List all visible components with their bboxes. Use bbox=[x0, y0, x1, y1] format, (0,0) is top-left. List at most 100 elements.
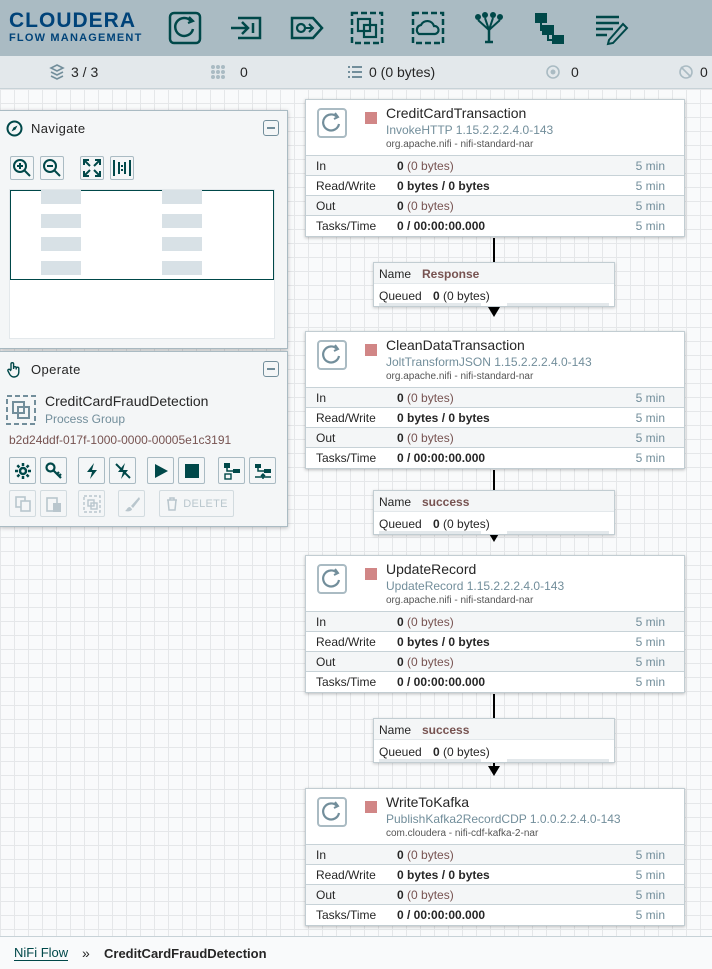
connection-queued-value: 0 (0 bytes) bbox=[433, 517, 490, 531]
stat-value: 0 bytes / 0 bytes bbox=[397, 179, 490, 193]
stats-row-tasks: Tasks/Time 0 / 00:00:00.000 5 min bbox=[306, 904, 684, 924]
cloudera-logo[interactable]: CLOUDERA FLOW MANAGEMENT bbox=[9, 10, 142, 45]
connection-queued-label: Queued bbox=[379, 517, 422, 531]
output-port-icon[interactable] bbox=[289, 10, 325, 46]
group-icon bbox=[82, 494, 101, 513]
stat-value: 0 bytes / 0 bytes bbox=[397, 635, 490, 649]
stats-row-tasks: Tasks/Time 0 / 00:00:00.000 5 min bbox=[306, 671, 684, 691]
processor-bundle: org.apache.nifi - nifi-standard-nar bbox=[386, 139, 534, 150]
navigate-collapse-button[interactable] bbox=[263, 120, 279, 136]
connection-label-success[interactable]: Name success Queued 0 (0 bytes) bbox=[373, 718, 615, 763]
birdseye-view[interactable] bbox=[9, 189, 275, 339]
stopped-status-icon bbox=[365, 801, 377, 813]
operate-panel: Operate CreditCardFraudDetection Process… bbox=[0, 351, 288, 527]
copy-icon bbox=[14, 495, 31, 512]
list-icon bbox=[348, 66, 362, 78]
stat-count: 0 bbox=[397, 198, 404, 213]
connection-label-success[interactable]: Name success Queued 0 (0 bytes) bbox=[373, 490, 615, 535]
stats-row-read-write: Read/Write 0 bytes / 0 bytes 5 min bbox=[306, 631, 684, 651]
stat-label: Read/Write bbox=[316, 634, 376, 649]
template-icon bbox=[223, 462, 240, 480]
stats-row-read-write: Read/Write 0 bytes / 0 bytes 5 min bbox=[306, 407, 684, 427]
delete-button[interactable]: DELETE bbox=[159, 490, 234, 517]
input-port-icon[interactable] bbox=[228, 10, 264, 46]
navigate-header[interactable]: Navigate bbox=[0, 111, 287, 145]
label-icon[interactable] bbox=[593, 10, 629, 46]
operate-header[interactable]: Operate bbox=[0, 352, 287, 386]
actual-size-button[interactable] bbox=[110, 156, 134, 180]
connection-name-label: Name bbox=[379, 267, 412, 281]
birdseye-component bbox=[162, 214, 202, 228]
stat-value: 0 (0 bytes) bbox=[397, 199, 454, 213]
disable-button[interactable] bbox=[109, 457, 136, 484]
connection-label-response[interactable]: Name Response Queued 0 (0 bytes) bbox=[373, 262, 615, 307]
group-button[interactable] bbox=[78, 490, 105, 517]
processor-icon[interactable] bbox=[167, 10, 203, 46]
stat-window: 5 min bbox=[635, 218, 665, 233]
stopped-status-icon bbox=[365, 112, 377, 124]
funnel-icon[interactable] bbox=[471, 10, 507, 46]
enable-button[interactable] bbox=[78, 457, 105, 484]
process-group-icon[interactable] bbox=[349, 10, 385, 46]
stat-count: 0 bytes / 0 bytes bbox=[397, 634, 490, 649]
processor-write-to-kafka[interactable]: WriteToKafka PublishKafka2RecordCDP 1.0.… bbox=[305, 788, 685, 926]
zoom-in-button[interactable] bbox=[10, 156, 34, 180]
queued-count: 0 (0 bytes) bbox=[369, 64, 436, 80]
backpressure-object-bar bbox=[379, 303, 481, 306]
stat-bytes: (0 bytes) bbox=[407, 847, 454, 862]
fit-button[interactable] bbox=[80, 156, 104, 180]
stats-row-out: Out 0 (0 bytes) 5 min bbox=[306, 651, 684, 671]
processor-update-record[interactable]: UpdateRecord UpdateRecord 1.15.2.2.2.4.0… bbox=[305, 555, 685, 693]
paste-icon bbox=[45, 496, 61, 512]
transmitting-status: 0 bbox=[545, 64, 579, 80]
stat-count: 0 / 00:00:00.000 bbox=[397, 218, 486, 233]
copy-button[interactable] bbox=[9, 490, 36, 517]
access-policies-button[interactable] bbox=[40, 457, 67, 484]
template-icon[interactable] bbox=[532, 10, 568, 46]
stat-value: 0 bytes / 0 bytes bbox=[397, 411, 490, 425]
backpressure-object-bar bbox=[379, 759, 481, 762]
stats-row-out: Out 0 (0 bytes) 5 min bbox=[306, 427, 684, 447]
stat-value: 0 (0 bytes) bbox=[397, 391, 454, 405]
paste-button[interactable] bbox=[40, 490, 67, 517]
processor-clean-data-transaction[interactable]: CleanDataTransaction JoltTransformJSON 1… bbox=[305, 331, 685, 469]
stat-value: 0 / 00:00:00.000 bbox=[397, 908, 485, 922]
upload-template-button[interactable] bbox=[249, 457, 276, 484]
active-threads-count: 0 bbox=[240, 64, 248, 80]
operate-collapse-button[interactable] bbox=[263, 361, 279, 377]
processor-type: PublishKafka2RecordCDP 1.0.0.2.2.4.0-143 bbox=[386, 812, 621, 826]
stat-window: 5 min bbox=[635, 410, 665, 425]
stat-label: In bbox=[316, 614, 327, 629]
breadcrumb-root-link[interactable]: NiFi Flow bbox=[14, 946, 69, 961]
start-button[interactable] bbox=[147, 457, 174, 484]
selected-component-type: Process Group bbox=[45, 412, 126, 426]
processor-bundle: org.apache.nifi - nifi-standard-nar bbox=[386, 595, 534, 606]
processor-credit-card-transaction[interactable]: CreditCardTransaction InvokeHTTP 1.15.2.… bbox=[305, 99, 685, 237]
zoom-in-icon bbox=[13, 159, 31, 177]
remote-process-group-icon[interactable] bbox=[410, 10, 446, 46]
stat-count: 0 / 00:00:00.000 bbox=[397, 450, 486, 465]
processor-type: InvokeHTTP 1.15.2.2.2.4.0-143 bbox=[386, 123, 554, 137]
create-template-button[interactable] bbox=[218, 457, 245, 484]
stat-count: 0 bbox=[397, 654, 404, 669]
processor-bundle: org.apache.nifi - nifi-standard-nar bbox=[386, 371, 534, 382]
stat-window: 5 min bbox=[635, 178, 665, 193]
stat-count: 0 bbox=[397, 158, 404, 173]
stats-row-in: In 0 (0 bytes) 5 min bbox=[306, 611, 684, 631]
zoom-out-button[interactable] bbox=[40, 156, 64, 180]
threads-icon bbox=[211, 65, 225, 79]
selected-component-name: CreditCardFraudDetection bbox=[45, 393, 209, 409]
stat-value: 0 (0 bytes) bbox=[397, 615, 454, 629]
stat-label: Read/Write bbox=[316, 410, 376, 425]
configure-button[interactable] bbox=[9, 457, 36, 484]
navigate-title: Navigate bbox=[31, 120, 86, 136]
stat-window: 5 min bbox=[635, 450, 665, 465]
stat-count: 0 / 00:00:00.000 bbox=[397, 674, 486, 689]
color-button[interactable] bbox=[118, 490, 145, 517]
stop-button[interactable] bbox=[178, 457, 205, 484]
stats-row-tasks: Tasks/Time 0 / 00:00:00.000 5 min bbox=[306, 215, 684, 235]
stat-value: 0 (0 bytes) bbox=[397, 431, 454, 445]
stats-row-read-write: Read/Write 0 bytes / 0 bytes 5 min bbox=[306, 175, 684, 195]
stat-label: In bbox=[316, 847, 327, 862]
stat-label: In bbox=[316, 390, 327, 405]
